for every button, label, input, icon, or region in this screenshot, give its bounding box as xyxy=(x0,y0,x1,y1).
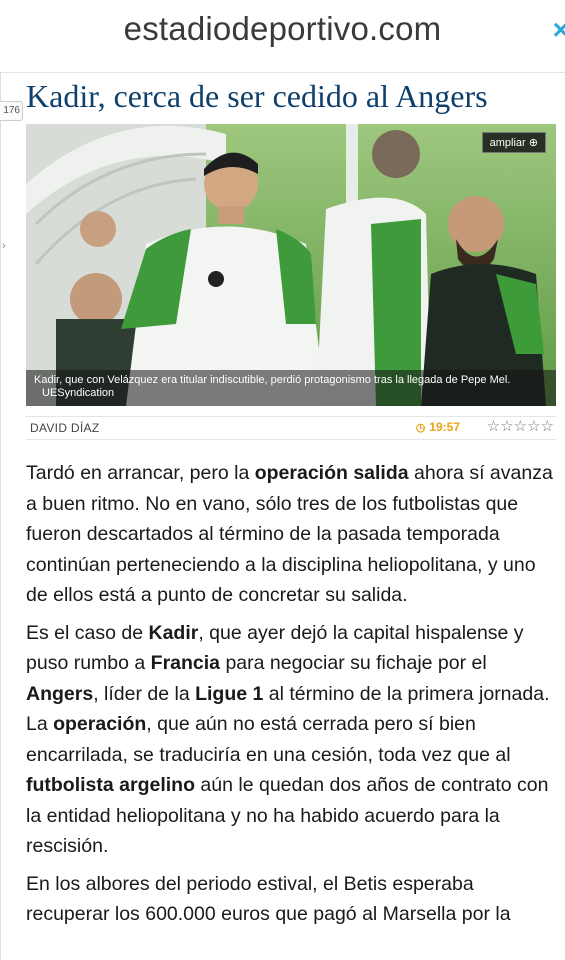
paragraph-text: , líder de la xyxy=(93,682,196,705)
bold-text: operación xyxy=(53,713,147,735)
close-icon[interactable]: × xyxy=(553,14,565,46)
zoom-label: ampliar xyxy=(489,137,526,149)
zoom-button[interactable]: ampliar ⊕ xyxy=(481,132,546,153)
article-paragraph: Tardó en arrancar, pero la operación sal… xyxy=(26,458,558,611)
sidebar-edge xyxy=(0,72,1,960)
bold-text: Angers xyxy=(26,682,94,705)
photo-credit: UESyndication xyxy=(42,387,115,399)
paragraph-text: Es el caso de xyxy=(26,621,149,644)
site-name[interactable]: estadiodeportivo.com xyxy=(0,10,565,48)
article-headline: Kadir, cerca de ser cedido al Angers xyxy=(26,78,488,114)
sidebar-counter[interactable]: 176 xyxy=(0,101,23,121)
paragraph-text: para negociar su fichaje por el xyxy=(220,652,487,674)
paragraph-text: Tardó en arrancar, pero la xyxy=(26,462,255,484)
photo-illustration xyxy=(26,124,556,406)
zoom-in-icon: ⊕ xyxy=(528,137,538,149)
time-value: 19:57 xyxy=(429,420,460,434)
author-name[interactable]: DAVID DÍAZ xyxy=(30,421,99,435)
bold-text: Ligue 1 xyxy=(195,682,264,705)
bold-text: operación salida xyxy=(254,462,409,484)
article-paragraph: En los albores del periodo estival, el B… xyxy=(26,869,558,930)
article-meta: DAVID DÍAZ ◷ 19:57 ☆☆☆☆☆ xyxy=(26,416,556,440)
bold-text: Kadir xyxy=(148,621,199,644)
article-body: Tardó en arrancar, pero la operación sal… xyxy=(26,458,558,937)
sidebar-tick: › xyxy=(2,240,6,252)
top-bar: estadiodeportivo.com × xyxy=(0,0,565,62)
clock-icon: ◷ xyxy=(415,422,426,434)
photo-caption: Kadir, que con Velázquez era titular ind… xyxy=(26,370,556,406)
publish-time: ◷ 19:57 xyxy=(416,420,460,434)
rating-stars[interactable]: ☆☆☆☆☆ xyxy=(487,417,554,435)
paragraph-text: En los albores del periodo estival, el B… xyxy=(26,872,511,926)
article-photo[interactable]: ampliar ⊕ Kadir, que con Velázquez era t… xyxy=(26,124,556,406)
divider xyxy=(0,72,565,73)
bold-text: Francia xyxy=(150,652,221,674)
bold-text: futbolista argelino xyxy=(26,774,196,796)
article-paragraph: Es el caso de Kadir, que ayer dejó la ca… xyxy=(26,618,558,862)
caption-text: Kadir, que con Velázquez era titular ind… xyxy=(34,374,511,386)
